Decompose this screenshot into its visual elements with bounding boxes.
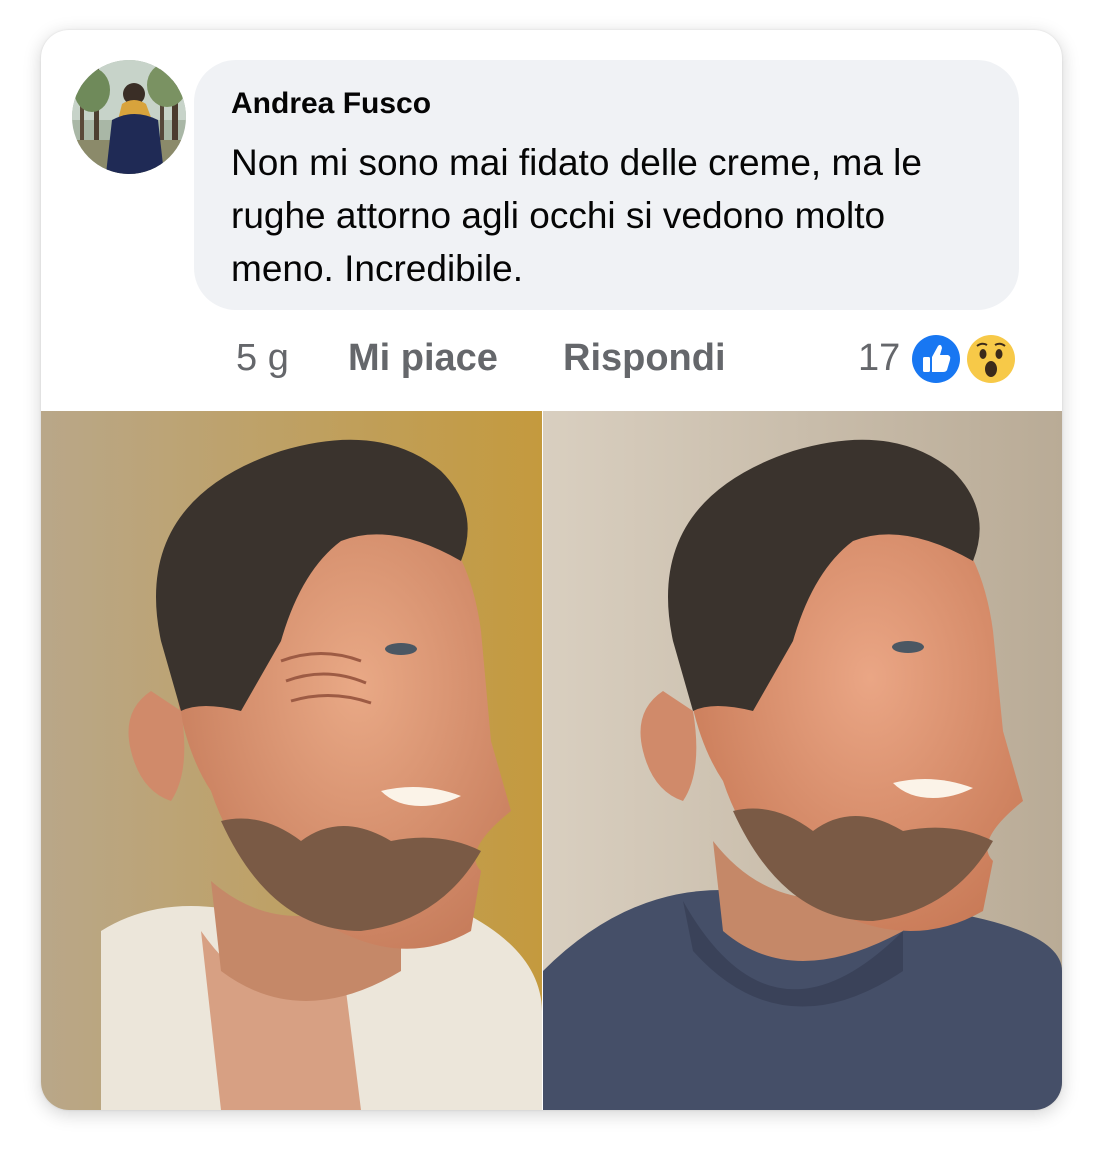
like-button[interactable]: Mi piace xyxy=(348,332,498,384)
reply-button[interactable]: Rispondi xyxy=(563,332,726,384)
comment-card: Andrea Fusco Non mi sono mai fidato dell… xyxy=(41,30,1062,1110)
before-photo xyxy=(41,411,542,1110)
wow-icon[interactable] xyxy=(963,331,1019,387)
after-photo xyxy=(543,411,1062,1110)
comment-text: Non mi sono mai fidato delle creme, ma l… xyxy=(231,142,922,289)
avatar[interactable] xyxy=(72,60,186,174)
reaction-count[interactable]: 17 xyxy=(858,332,900,384)
author-name[interactable]: Andrea Fusco xyxy=(231,86,989,122)
comment-photo[interactable] xyxy=(41,411,1062,1110)
like-icon[interactable] xyxy=(908,331,964,387)
comment-bubble: Andrea Fusco Non mi sono mai fidato dell… xyxy=(194,60,1019,310)
timestamp[interactable]: 5 g xyxy=(236,332,289,384)
